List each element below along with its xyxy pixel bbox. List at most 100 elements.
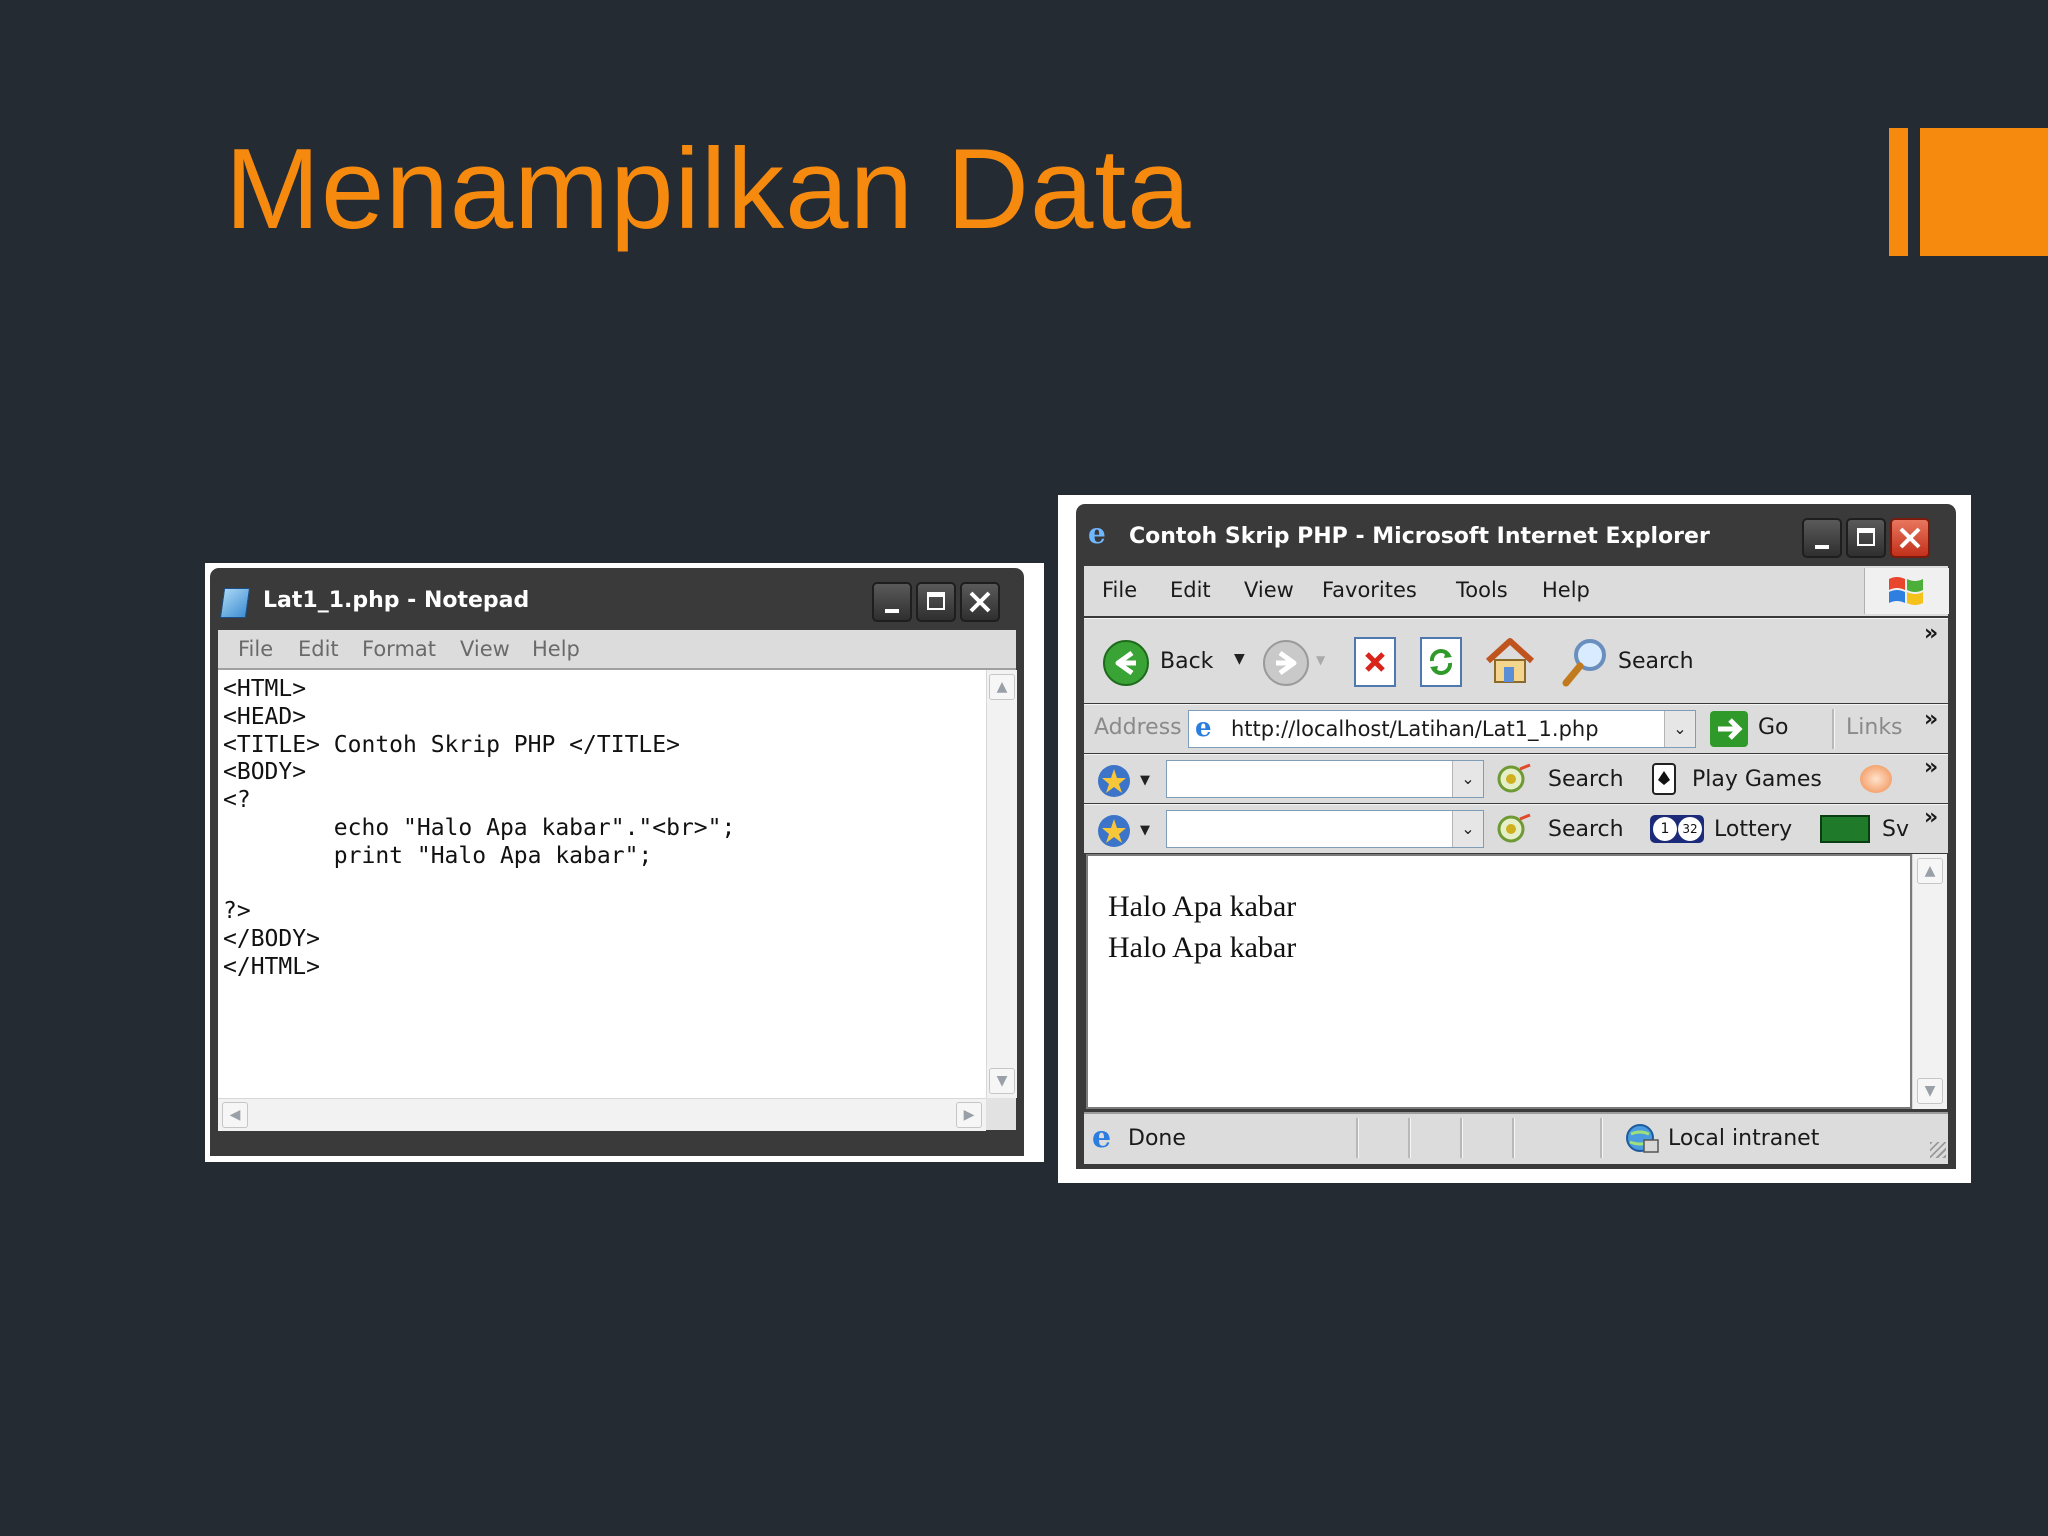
status-separator (1408, 1118, 1411, 1158)
address-separator (1832, 709, 1835, 749)
browser-window: e Contoh Skrip PHP - Microsoft Internet … (1076, 504, 1956, 1169)
browser-links-bar-2: ▼ ⌄ Search 1 32 Lottery Sv » (1084, 804, 1948, 853)
links-bar-1-chevron-icon[interactable]: » (1924, 755, 1938, 780)
page-text: Halo Apa kabar Halo Apa kabar (1108, 886, 1296, 968)
lottery-label: Lottery (1714, 817, 1793, 842)
search-link-button-1[interactable]: Search (1496, 761, 1636, 797)
back-dropdown-icon[interactable]: ▼ (1234, 651, 1245, 667)
resize-grip-icon[interactable] (986, 1098, 1016, 1130)
menu-file[interactable]: File (1102, 578, 1137, 602)
toolbar-overflow-chevron-icon[interactable]: » (1924, 621, 1938, 646)
search-target-icon (1497, 813, 1531, 843)
favorites-star-button[interactable]: ▼ (1096, 813, 1162, 847)
menu-help[interactable]: Help (1542, 578, 1590, 602)
forward-button[interactable]: ▼ (1262, 639, 1332, 687)
lottery-link[interactable]: 1 32 Lottery (1650, 811, 1810, 847)
go-label: Go (1758, 715, 1789, 740)
links-search-input-1[interactable]: ⌄ (1166, 760, 1484, 798)
search-link-button-2[interactable]: Search (1496, 811, 1636, 847)
play-games-link[interactable]: Play Games (1650, 761, 1840, 797)
browser-menubar: File Edit View Favorites Tools Help (1084, 566, 1949, 616)
scroll-up-arrow-icon[interactable]: ▲ (1917, 858, 1943, 884)
partial-link-icon[interactable] (1860, 765, 1892, 793)
status-separator (1460, 1118, 1463, 1158)
menu-view[interactable]: View (460, 637, 510, 661)
go-arrow-icon (1710, 711, 1748, 747)
page-text-line: Halo Apa kabar (1108, 890, 1297, 923)
browser-titlebar[interactable]: e Contoh Skrip PHP - Microsoft Internet … (1076, 504, 1956, 558)
links-overflow-chevron-icon[interactable]: » (1924, 707, 1938, 732)
page-ie-icon: e (1195, 713, 1212, 743)
truncated-link[interactable]: Sv (1820, 811, 1916, 847)
combo-dropdown-icon[interactable]: ⌄ (1452, 761, 1483, 797)
scroll-right-arrow-icon[interactable]: ▶ (956, 1102, 982, 1128)
address-url: http://localhost/Latihan/Lat1_1.php (1231, 717, 1599, 741)
minimize-icon (885, 609, 899, 613)
menu-edit[interactable]: Edit (298, 637, 339, 661)
close-icon (969, 591, 991, 613)
search-button[interactable]: Search (1558, 633, 1698, 689)
minimize-button[interactable] (1802, 518, 1842, 558)
code-text: <HTML> <HEAD> <TITLE> Contoh Skrip PHP <… (218, 670, 986, 982)
menu-view[interactable]: View (1244, 578, 1294, 602)
menu-help[interactable]: Help (532, 637, 580, 661)
windows-logo-area (1864, 568, 1949, 614)
maximize-icon (927, 592, 945, 610)
status-text: Done (1128, 1126, 1186, 1151)
menu-file[interactable]: File (238, 637, 273, 661)
truncated-link-label: Sv (1882, 817, 1909, 842)
home-button[interactable] (1482, 633, 1538, 687)
address-input[interactable]: e http://localhost/Latihan/Lat1_1.php ⌄ (1188, 710, 1696, 748)
menu-format[interactable]: Format (362, 637, 436, 661)
star-dropdown-icon: ▼ (1140, 823, 1150, 838)
status-separator (1512, 1118, 1515, 1158)
back-button[interactable]: Back ▼ (1102, 639, 1270, 687)
search-link-label: Search (1548, 767, 1624, 792)
notepad-titlebar[interactable]: Lat1_1.php - Notepad (210, 568, 1024, 622)
minimize-button[interactable] (872, 582, 912, 622)
menu-tools[interactable]: Tools (1456, 578, 1508, 602)
close-button[interactable] (1890, 518, 1930, 558)
browser-standard-toolbar: Back ▼ ▼ Search » (1084, 618, 1948, 703)
maximize-button[interactable] (1846, 518, 1886, 558)
menu-favorites[interactable]: Favorites (1322, 578, 1417, 602)
notepad-text-area[interactable]: <HTML> <HEAD> <TITLE> Contoh Skrip PHP <… (218, 670, 986, 1098)
maximize-icon (1857, 528, 1875, 546)
scroll-left-arrow-icon[interactable]: ◀ (222, 1102, 248, 1128)
go-button[interactable]: Go (1710, 709, 1820, 749)
code-line: echo "Halo Apa kabar"."<br>"; (223, 814, 736, 841)
links-bar-2-chevron-icon[interactable]: » (1924, 805, 1938, 830)
maximize-button[interactable] (916, 582, 956, 622)
code-line: </HTML> (223, 953, 320, 980)
combo-dropdown-icon[interactable]: ⌄ (1452, 811, 1483, 847)
back-arrow-icon (1103, 640, 1149, 686)
menu-edit[interactable]: Edit (1170, 578, 1211, 602)
page-text-line: Halo Apa kabar (1108, 931, 1297, 964)
favorites-star-button[interactable]: ▼ (1096, 763, 1162, 797)
scroll-up-arrow-icon[interactable]: ▲ (989, 674, 1015, 700)
scroll-down-arrow-icon[interactable]: ▼ (989, 1068, 1015, 1094)
forward-arrow-icon (1263, 640, 1309, 686)
scroll-down-arrow-icon[interactable]: ▼ (1917, 1078, 1943, 1104)
links-label[interactable]: Links (1846, 715, 1903, 740)
ie-app-icon: e (1088, 517, 1106, 550)
resize-grip-icon[interactable] (1930, 1142, 1946, 1158)
notepad-horizontal-scrollbar[interactable]: ◀ ▶ (218, 1098, 986, 1131)
stop-button[interactable] (1354, 637, 1396, 687)
browser-vertical-scrollbar[interactable]: ▲ ▼ (1912, 854, 1947, 1109)
play-games-label: Play Games (1692, 767, 1822, 792)
refresh-button[interactable] (1420, 637, 1462, 687)
lottery-ball: 32 (1678, 817, 1702, 841)
address-dropdown-icon[interactable]: ⌄ (1664, 711, 1695, 747)
stop-icon (1365, 652, 1385, 672)
links-search-input-2[interactable]: ⌄ (1166, 810, 1484, 848)
status-separator (1356, 1118, 1359, 1158)
browser-page-content[interactable]: Halo Apa kabar Halo Apa kabar (1086, 854, 1912, 1109)
back-label: Back (1160, 649, 1214, 674)
home-icon (1485, 638, 1535, 683)
notepad-vertical-scrollbar[interactable]: ▲ ▼ (986, 670, 1017, 1098)
code-line: <TITLE> Contoh Skrip PHP </TITLE> (223, 731, 680, 758)
search-link-label: Search (1548, 817, 1624, 842)
browser-title: Contoh Skrip PHP - Microsoft Internet Ex… (1129, 524, 1710, 549)
close-button[interactable] (960, 582, 1000, 622)
